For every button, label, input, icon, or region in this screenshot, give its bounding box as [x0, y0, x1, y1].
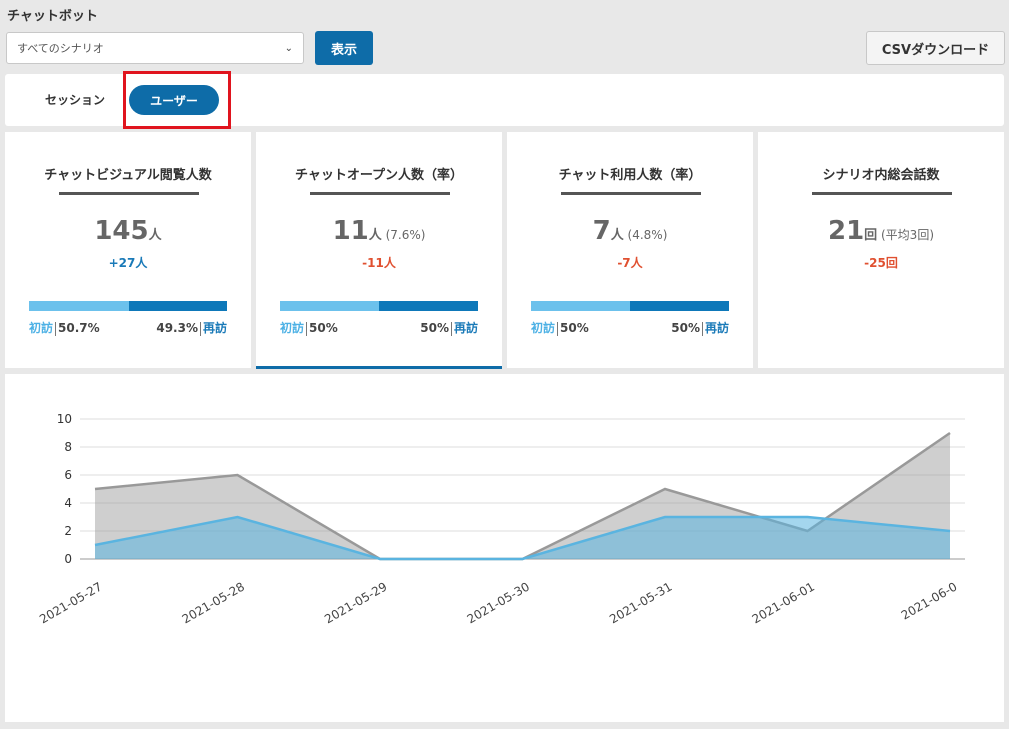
ratio-bar-new: [29, 301, 130, 311]
card-value: 7人 (4.8%): [507, 216, 753, 246]
card-underline: [812, 192, 952, 195]
metric-card-total-conversations[interactable]: シナリオ内総会話数 21回 (平均3回) -25回: [758, 132, 1004, 368]
card-underline: [561, 192, 701, 195]
x-tick-label: 2021-05-29: [322, 579, 389, 626]
scenario-select-value: すべてのシナリオ: [17, 42, 104, 55]
card-delta: +27人: [108, 256, 148, 270]
card-value-number: 21: [827, 216, 865, 246]
card-value: 21回 (平均3回): [758, 216, 1004, 246]
ratio-labels: 初訪 50.7% 49.3% 再訪: [29, 319, 227, 336]
card-value-unit: 人: [148, 228, 162, 243]
metric-card-chat-usage[interactable]: チャット利用人数（率） 7人 (4.8%) -7人 初訪 50% 50% 再訪: [507, 132, 753, 368]
y-tick-label: 8: [64, 440, 72, 454]
scenario-select[interactable]: すべてのシナリオ ⌄: [6, 32, 304, 64]
x-tick-label: 2021-05-30: [465, 579, 532, 626]
card-title: チャットオープン人数（率）: [294, 168, 464, 183]
return-visit-pct: 50%: [420, 321, 449, 335]
y-tick-label: 0: [64, 552, 72, 566]
x-tick-label: 2021-05-28: [180, 579, 247, 626]
return-visit-label: 再訪: [453, 321, 478, 335]
card-value-number: 145: [94, 216, 149, 246]
x-tick-label: 2021-06-01: [750, 579, 817, 626]
y-tick-label: 2: [64, 524, 72, 538]
area-chart: 0 2 4 6 8 10 2021-05-27 2021-05-28 2021-05-29 202…: [37, 412, 965, 626]
card-title: シナリオ内総会話数: [822, 168, 940, 183]
card-value-unit: 回: [864, 228, 878, 243]
return-visit-pct: 49.3%: [156, 321, 198, 335]
ratio-labels: 初訪 50% 50% 再訪: [280, 319, 478, 336]
x-tick-label: 2021-05-27: [37, 579, 104, 626]
y-tick-label: 10: [57, 412, 72, 426]
new-visit-pct: 50%: [309, 321, 338, 335]
return-visit-label: 再訪: [704, 321, 729, 335]
show-button[interactable]: 表示: [315, 31, 373, 65]
tab-bar: セッション ユーザー: [5, 71, 1004, 129]
ratio-bar: [29, 301, 227, 311]
card-title: チャットビジュアル閲覧人数: [44, 168, 212, 183]
ratio-bar-returning: [129, 301, 227, 311]
card-underline: [310, 192, 450, 195]
tab-session[interactable]: セッション: [45, 91, 105, 108]
y-tick-label: 6: [64, 468, 72, 482]
x-tick-label: 2021-06-0: [899, 579, 960, 622]
card-underline: [59, 192, 199, 195]
card-value: 145人: [5, 216, 251, 246]
card-value-sub: (4.8%): [623, 228, 668, 242]
ratio-labels: 初訪 50% 50% 再訪: [531, 319, 729, 336]
new-visit-label: 初訪: [531, 321, 556, 335]
card-value-sub: (7.6%): [381, 228, 426, 242]
card-delta: -7人: [617, 256, 643, 270]
card-delta: -25回: [864, 256, 898, 270]
card-title: チャット利用人数（率）: [558, 168, 702, 183]
x-tick-label: 2021-05-31: [607, 579, 674, 626]
new-visit-pct: 50.7%: [58, 321, 100, 335]
csv-download-button[interactable]: CSVダウンロード: [866, 31, 1005, 65]
card-delta: -11人: [362, 256, 396, 270]
ratio-bar-new: [531, 301, 630, 311]
card-value: 11人 (7.6%): [256, 216, 502, 246]
y-tick-label: 4: [64, 496, 72, 510]
series-area: [95, 517, 950, 559]
return-visit-pct: 50%: [671, 321, 700, 335]
new-visit-label: 初訪: [29, 321, 54, 335]
ratio-bar-returning: [630, 301, 729, 311]
new-visit-label: 初訪: [280, 321, 305, 335]
ratio-bar: [531, 301, 729, 311]
card-value-sub: (平均3回): [877, 228, 935, 242]
tab-user[interactable]: ユーザー: [129, 85, 219, 115]
card-value-number: 7: [592, 216, 611, 246]
card-value-unit: 人: [610, 228, 624, 243]
chevron-down-icon: ⌄: [284, 42, 293, 54]
ratio-bar: [280, 301, 478, 311]
metric-card-chat-open[interactable]: チャットオープン人数（率） 11人 (7.6%) -11人 初訪 50% 50% 再…: [256, 132, 502, 369]
card-value-number: 11: [332, 216, 369, 246]
chart-panel: 0 2 4 6 8 10 2021-05-27 2021-05-28 2021-05-29 202…: [5, 374, 1004, 722]
metric-card-visual-viewers[interactable]: チャットビジュアル閲覧人数 145人 +27人 初訪 50.7% 49.3% 再訪: [5, 132, 251, 368]
page-title: チャットボット: [7, 9, 98, 24]
ratio-bar-returning: [379, 301, 478, 311]
ratio-bar-new: [280, 301, 379, 311]
new-visit-pct: 50%: [560, 321, 589, 335]
card-value-unit: 人: [368, 228, 382, 243]
return-visit-label: 再訪: [202, 321, 227, 335]
